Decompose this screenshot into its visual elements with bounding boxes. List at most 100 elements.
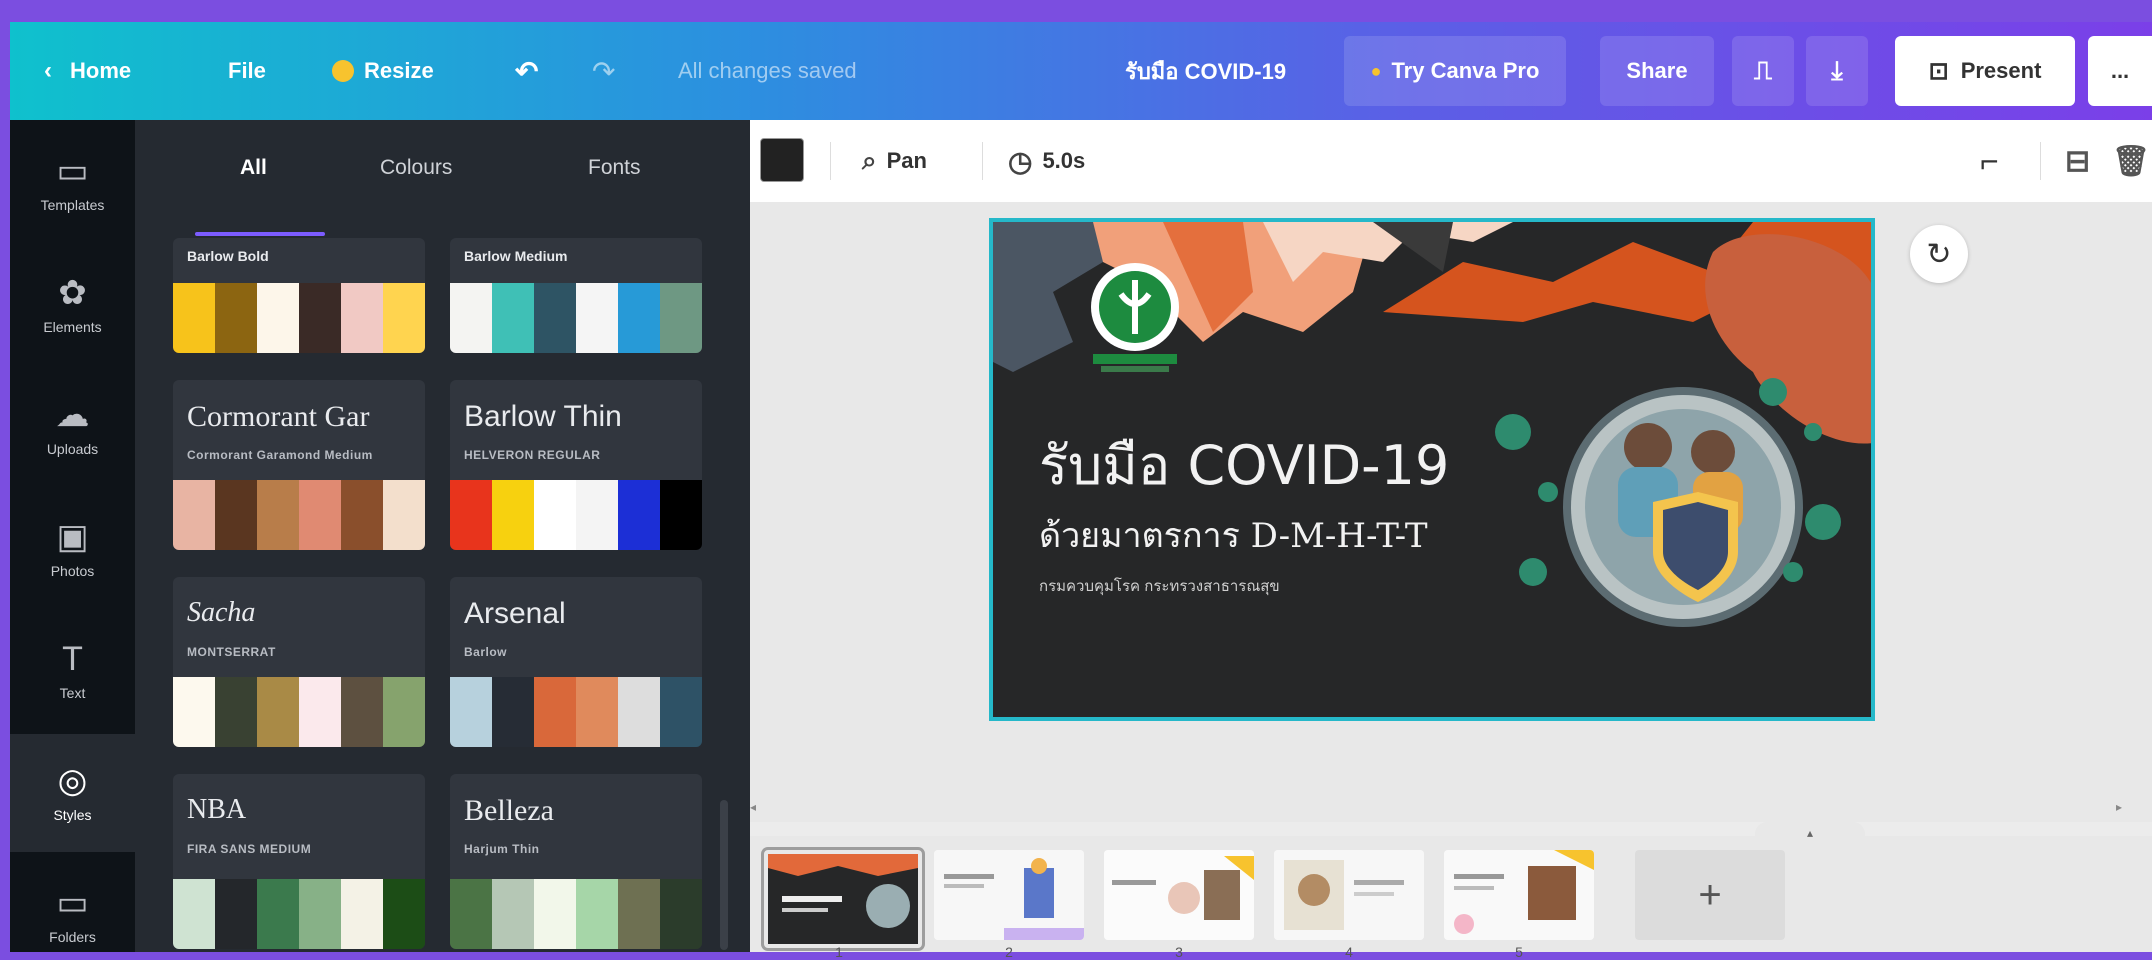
slide-subtitle[interactable]: ด้วยมาตรการ D-M-H-T-T xyxy=(1039,508,1428,562)
file-menu[interactable]: File xyxy=(228,22,266,120)
style-card-subfont: MONTSERRAT xyxy=(187,645,276,659)
side-rail: ▭ Templates ✿ Elements ☁ Uploads ▣ Photo… xyxy=(10,120,135,952)
pan-icon: ⌕ xyxy=(862,145,877,175)
page-thumbnail[interactable] xyxy=(1104,850,1254,940)
lock-icon[interactable]: ⊟ xyxy=(2065,120,2090,202)
panel-scrollbar[interactable] xyxy=(720,800,728,950)
resize-button[interactable]: Resize xyxy=(332,22,434,120)
rail-item-text[interactable]: T Text xyxy=(10,612,135,730)
share-button[interactable]: Share xyxy=(1600,36,1714,106)
palette-swatches xyxy=(450,283,702,353)
tab-colours[interactable]: Colours xyxy=(380,156,452,180)
stats-icon[interactable]: ⎍ xyxy=(1732,36,1794,106)
style-card[interactable]: NBA FIRA SANS MEDIUM xyxy=(173,774,425,949)
page-thumbnail[interactable] xyxy=(764,850,922,948)
style-card-name: Sacha xyxy=(187,597,256,628)
rail-item-folders[interactable]: ▭ Folders xyxy=(10,856,135,952)
background-color-swatch[interactable] xyxy=(760,138,804,182)
palette-swatches xyxy=(450,480,702,550)
download-icon[interactable]: ⤓ xyxy=(1806,36,1868,106)
style-card-subfont: FIRA SANS MEDIUM xyxy=(187,842,312,856)
rail-item-elements[interactable]: ✿ Elements xyxy=(10,246,135,364)
page-filmstrip: ▴ + 1 2 3 4 5 xyxy=(750,822,2152,960)
palette-swatches xyxy=(173,283,425,353)
thumbnail-preview xyxy=(768,854,918,944)
toolbar-divider xyxy=(830,142,831,180)
timing-button[interactable]: ◷ 5.0s xyxy=(1008,120,1085,202)
crown-icon xyxy=(332,60,354,82)
page-thumbnail[interactable] xyxy=(1444,850,1594,940)
style-card[interactable]: Arsenal Barlow xyxy=(450,577,702,747)
active-tab-indicator xyxy=(195,232,325,236)
pan-button[interactable]: ⌕ Pan xyxy=(862,120,927,202)
slide-title[interactable]: รับมือ COVID-19 xyxy=(1039,422,1449,508)
redo-icon[interactable]: ↷ xyxy=(592,22,615,120)
page-number: 4 xyxy=(1345,944,1353,960)
toolbar-divider xyxy=(2040,142,2041,180)
present-button[interactable]: ⊡ Present xyxy=(1895,36,2075,106)
clock-icon: ◷ xyxy=(1008,145,1033,177)
star-icon: ● xyxy=(1370,60,1382,81)
page-thumbnail[interactable] xyxy=(1274,850,1424,940)
refresh-icon[interactable]: ↻ xyxy=(1910,225,1968,283)
folders-icon: ▭ xyxy=(56,884,89,922)
trash-icon[interactable]: 🗑 xyxy=(2112,120,2150,202)
palette-swatches xyxy=(450,879,702,949)
style-card-subfont: Harjum Thin xyxy=(464,842,540,856)
photos-icon: ▣ xyxy=(56,518,89,556)
department-logo xyxy=(1091,263,1179,372)
thumbnail-preview xyxy=(1274,850,1424,940)
style-card-name: Barlow Medium xyxy=(464,248,568,264)
rail-item-templates[interactable]: ▭ Templates xyxy=(10,124,135,242)
thumbnail-preview xyxy=(934,850,1084,940)
slide-canvas[interactable]: รับมือ COVID-19 ด้วยมาตรการ D-M-H-T-T กร… xyxy=(989,218,1875,721)
page-number: 3 xyxy=(1175,944,1183,960)
rail-item-uploads[interactable]: ☁ Uploads xyxy=(10,368,135,486)
page-number: 1 xyxy=(835,944,843,960)
elements-icon: ✿ xyxy=(58,274,87,312)
more-button[interactable]: ... xyxy=(2088,36,2152,106)
tab-all[interactable]: All xyxy=(240,156,267,180)
expand-filmstrip-button[interactable]: ▴ xyxy=(1755,822,1865,844)
style-card-name: Belleza xyxy=(464,794,554,827)
page-number: 2 xyxy=(1005,944,1013,960)
chevron-left-icon: ‹ xyxy=(44,57,52,84)
uploads-icon: ☁ xyxy=(55,396,90,434)
rail-item-photos[interactable]: ▣ Photos xyxy=(10,490,135,608)
tab-fonts[interactable]: Fonts xyxy=(588,156,641,180)
palette-swatches xyxy=(173,480,425,550)
scroll-right-icon[interactable]: ▸ xyxy=(2116,800,2122,814)
document-title[interactable]: รับมือ COVID-19 xyxy=(1125,22,1286,120)
scroll-left-icon[interactable]: ◂ xyxy=(750,800,756,814)
text-icon: T xyxy=(62,640,83,678)
style-card[interactable]: Sacha MONTSERRAT xyxy=(173,577,425,747)
style-card-name: Barlow Thin xyxy=(464,400,622,433)
styles-icon: ◎ xyxy=(57,762,88,800)
add-page-button[interactable]: + xyxy=(1635,850,1785,940)
chevron-up-icon: ▴ xyxy=(1806,826,1814,840)
style-card[interactable]: Cormorant Gar Cormorant Garamond Medium xyxy=(173,380,425,550)
rail-item-styles[interactable]: ◎ Styles xyxy=(10,734,135,852)
page-thumbnail[interactable] xyxy=(934,850,1084,940)
style-card[interactable]: Belleza Harjum Thin xyxy=(450,774,702,949)
style-card[interactable]: Barlow Bold xyxy=(173,238,425,353)
present-icon: ⊡ xyxy=(1928,57,1949,85)
try-pro-button[interactable]: ● Try Canva Pro xyxy=(1344,36,1566,106)
style-card-name: Barlow Bold xyxy=(187,248,269,264)
templates-icon: ▭ xyxy=(56,152,89,190)
thumbnail-preview xyxy=(1444,850,1594,940)
editor-toolbar: ⌕ Pan ◷ 5.0s ⌐ ⊟ 🗑 xyxy=(750,120,2152,203)
slide-caption[interactable]: กรมควบคุมโรค กระทรวงสาธารณสุข xyxy=(1039,574,1280,598)
copy-style-icon[interactable]: ⌐ xyxy=(1980,120,1999,202)
style-card[interactable]: Barlow Thin HELVERON REGULAR xyxy=(450,380,702,550)
style-card-subfont: Cormorant Garamond Medium xyxy=(187,448,373,462)
home-button[interactable]: ‹ Home xyxy=(44,22,131,120)
undo-icon[interactable]: ↶ xyxy=(515,22,538,120)
thumbnail-preview xyxy=(1104,850,1254,940)
horizontal-scrollbar[interactable]: ◂ ▸ xyxy=(750,800,2142,814)
page-number: 5 xyxy=(1515,944,1523,960)
styles-tabs: All Colours Fonts xyxy=(135,120,750,210)
style-card[interactable]: Barlow Medium xyxy=(450,238,702,353)
style-card-subfont: HELVERON REGULAR xyxy=(464,448,601,462)
styles-panel: All Colours Fonts Barlow Bold Barlow Med… xyxy=(135,120,750,952)
